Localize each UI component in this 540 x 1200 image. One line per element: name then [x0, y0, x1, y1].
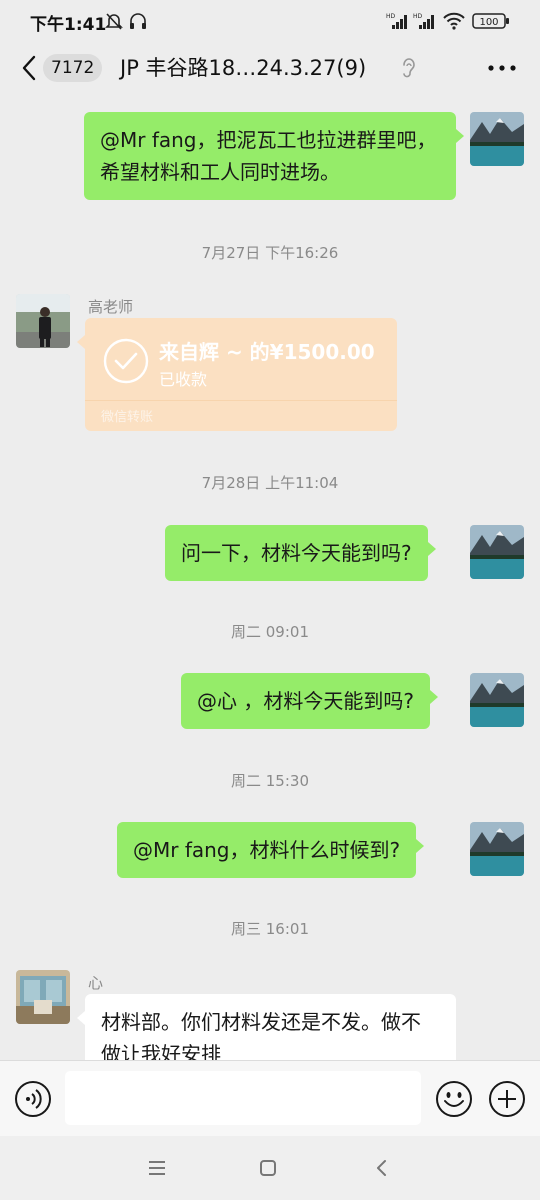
back-chevron-icon[interactable] [14, 52, 46, 84]
lake-photo-avatar-image [470, 673, 524, 727]
transfer-status: 已收款 [159, 370, 208, 389]
plus-icon[interactable] [488, 1080, 526, 1118]
menu-icon[interactable] [143, 1154, 171, 1182]
message-list[interactable]: @Mr fang，把泥瓦工也拉进群里吧，希望材料和工人同时进场。 7月27日 下… [0, 96, 540, 1060]
lake-photo-avatar-image [470, 822, 524, 876]
my-avatar[interactable] [470, 112, 524, 166]
battery-level: 100 [479, 17, 498, 28]
my-avatar[interactable] [470, 673, 524, 727]
timestamp: 周二 15:30 [231, 772, 309, 790]
timestamp: 周二 09:01 [231, 623, 309, 641]
status-time: 下午1:41 [30, 15, 107, 35]
check-circle-icon [103, 338, 149, 384]
wifi-icon [443, 12, 465, 30]
unread-count-badge[interactable]: 7172 [43, 54, 103, 82]
chat-title: JP 丰谷路18…24.3.27(9) [120, 56, 367, 80]
sender-name: 心 [88, 974, 104, 992]
outgoing-message-bubble[interactable]: @心 ，材料今天能到吗? [181, 673, 438, 729]
outgoing-message-bubble[interactable]: @Mr fang，材料什么时候到? [117, 822, 425, 878]
transfer-card[interactable]: 来自辉 ~ 的¥1500.00 已收款 微信转账 [77, 318, 397, 431]
system-nav-bar [0, 1136, 540, 1200]
input-bar [0, 1060, 540, 1136]
sender-avatar[interactable] [16, 294, 70, 348]
headset-icon [130, 13, 146, 29]
my-avatar[interactable] [470, 822, 524, 876]
divider [85, 400, 397, 401]
room-photo-avatar-image [16, 970, 70, 1024]
sender-name: 高老师 [88, 298, 134, 316]
emoji-icon[interactable] [435, 1080, 473, 1118]
more-dots-icon[interactable] [484, 54, 520, 82]
timestamp: 7月27日 下午16:26 [201, 244, 339, 262]
outgoing-message-bubble[interactable]: @Mr fang，把泥瓦工也拉进群里吧，希望材料和工人同时进场。 [84, 112, 464, 200]
outgoing-message-bubble[interactable]: 问一下，材料今天能到吗? [165, 525, 436, 581]
alarm-off-icon [105, 13, 123, 30]
back-icon[interactable] [368, 1154, 396, 1182]
timestamp: 7月28日 上午11:04 [201, 474, 339, 492]
timestamp: 周三 16:01 [231, 920, 309, 938]
ear-icon [403, 58, 415, 78]
message-input[interactable] [65, 1071, 421, 1125]
transfer-footer: 微信转账 [101, 410, 154, 425]
lake-photo-avatar-image [470, 112, 524, 166]
lake-photo-avatar-image [470, 525, 524, 579]
hd-signal-icon: HD [386, 13, 407, 29]
svg-text:HD: HD [413, 13, 423, 20]
hd-signal-icon: HD [413, 13, 434, 29]
svg-text:HD: HD [386, 13, 396, 20]
voice-icon[interactable] [14, 1080, 52, 1118]
man-photo-avatar-image [16, 294, 70, 348]
home-icon[interactable] [254, 1154, 282, 1182]
sender-avatar[interactable] [16, 970, 70, 1024]
status-bar: 下午1:41 HD HD 100 [0, 0, 540, 40]
incoming-message-bubble[interactable]: 材料部。你们材料发还是不发。做不做让我好安排 [77, 994, 456, 1060]
my-avatar[interactable] [470, 525, 524, 579]
chat-header: 7172 JP 丰谷路18…24.3.27(9) [0, 40, 540, 96]
battery-icon: 100 [472, 13, 509, 29]
transfer-amount: 来自辉 ~ 的¥1500.00 [159, 340, 375, 364]
